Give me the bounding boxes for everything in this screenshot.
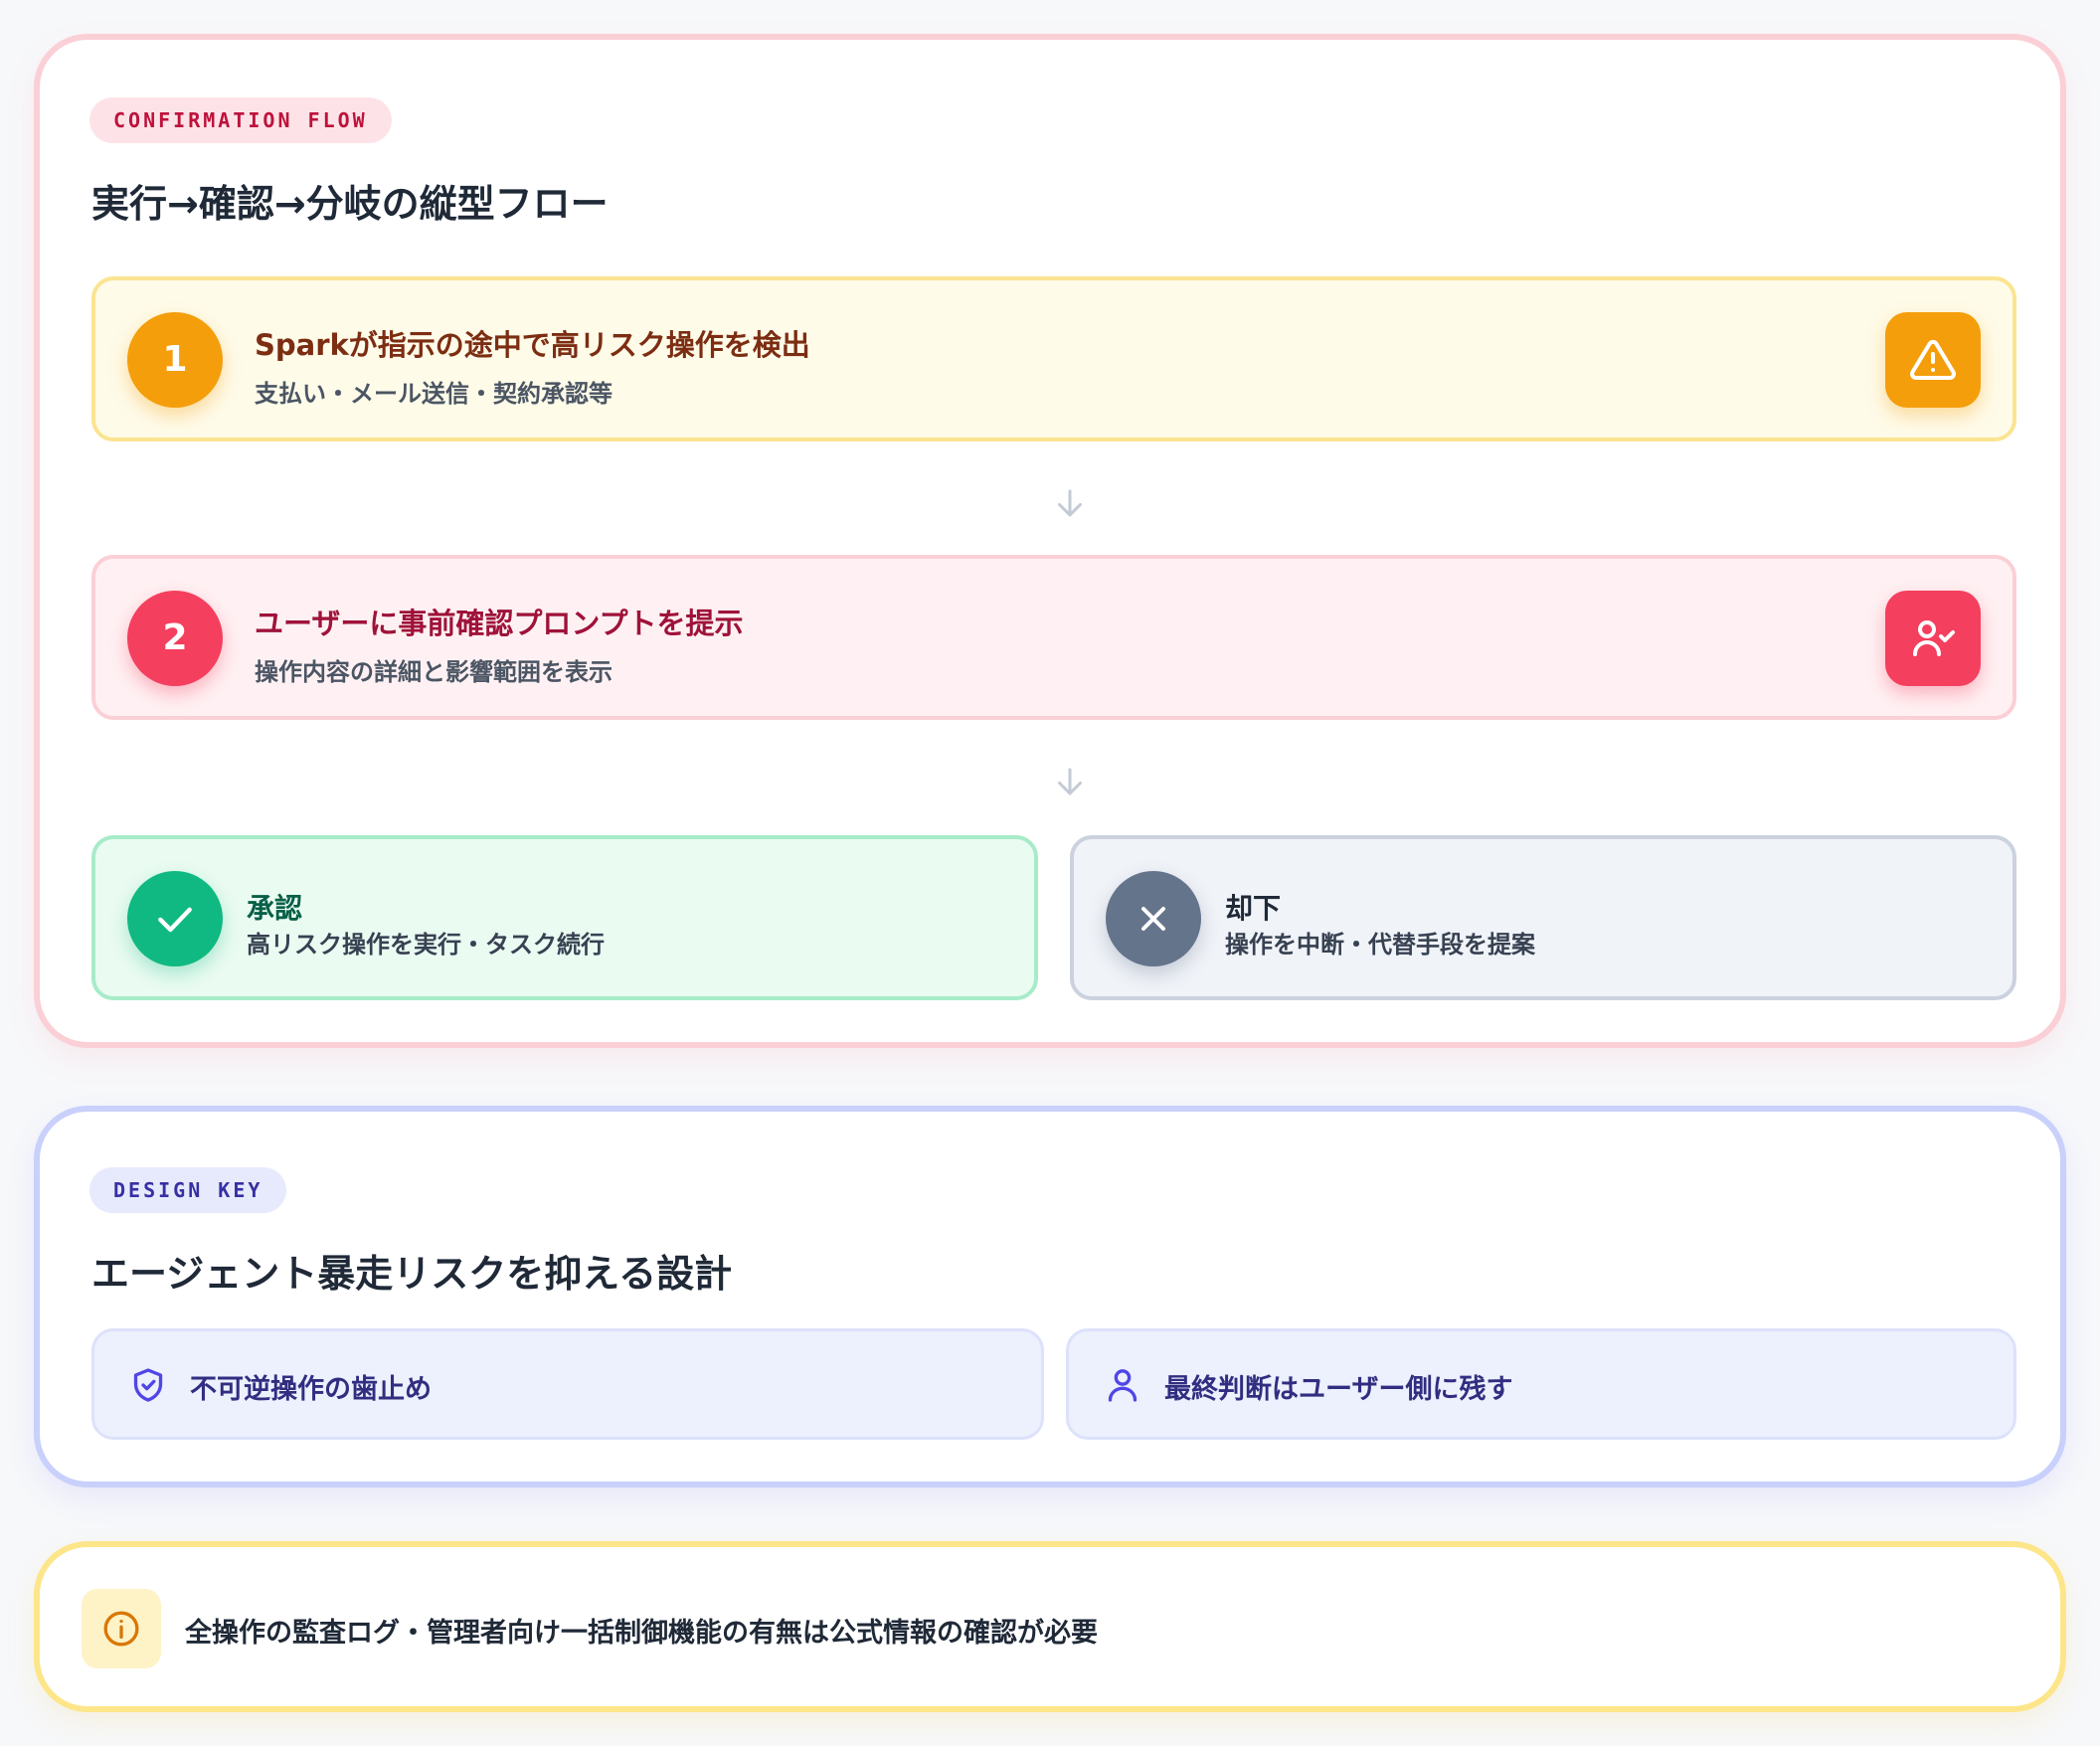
branch-subtitle: 高リスク操作を実行・タスク続行 [247,931,605,959]
note-panel: 全操作の監査ログ・管理者向け一括制御機能の有無は公式情報の確認が必要 [34,1541,2066,1712]
design-key-item: 最終判断はユーザー側に残す [1066,1328,2016,1440]
confirmation-flow-tag: CONFIRMATION FLOW [89,97,392,143]
info-icon [82,1589,161,1668]
branch-title: 承認 [247,892,303,925]
step-title: ユーザーに事前確認プロンプトを提示 [255,607,744,640]
design-key-label: 最終判断はユーザー側に残す [1164,1374,1513,1405]
design-key-panel: DESIGN KEY エージェント暴走リスクを抑える設計 不可逆操作の歯止め 最… [34,1106,2066,1487]
confirmation-flow-panel: CONFIRMATION FLOW 実行→確認→分岐の縦型フロー 1 Spark… [34,34,2066,1048]
step-subtitle: 操作内容の詳細と影響範囲を表示 [255,658,612,686]
check-icon [127,871,223,966]
design-key-tag: DESIGN KEY [89,1167,287,1213]
design-key-heading: エージェント暴走リスクを抑える設計 [91,1252,733,1296]
branch-reject: 却下 操作を中断・代替手段を提案 [1070,835,2016,1000]
design-key-item: 不可逆操作の歯止め [91,1328,1044,1440]
branch-subtitle: 操作を中断・代替手段を提案 [1225,931,1535,959]
flow-step-detect: 1 Sparkが指示の途中で高リスク操作を検出 支払い・メール送信・契約承認等 [91,276,2016,441]
note-text: 全操作の監査ログ・管理者向け一括制御機能の有無は公式情報の確認が必要 [185,1618,1098,1649]
shield-check-icon [133,1368,163,1402]
arrow-down-icon [1058,768,1082,795]
flow-heading: 実行→確認→分岐の縦型フロー [91,182,609,226]
step-subtitle: 支払い・メール送信・契約承認等 [255,380,612,408]
arrow-down-icon [1058,489,1082,517]
branch-approve: 承認 高リスク操作を実行・タスク続行 [91,835,1038,1000]
warning-icon [1885,312,1981,408]
design-key-label: 不可逆操作の歯止め [190,1374,432,1405]
step-title: Sparkが指示の途中で高リスク操作を検出 [255,328,810,362]
x-icon [1106,871,1201,966]
step-number-badge: 2 [127,591,223,686]
flow-step-prompt: 2 ユーザーに事前確認プロンプトを提示 操作内容の詳細と影響範囲を表示 [91,555,2016,720]
branch-title: 却下 [1225,892,1282,925]
step-number-badge: 1 [127,312,223,408]
user-check-icon [1885,591,1981,686]
user-icon [1108,1369,1138,1402]
